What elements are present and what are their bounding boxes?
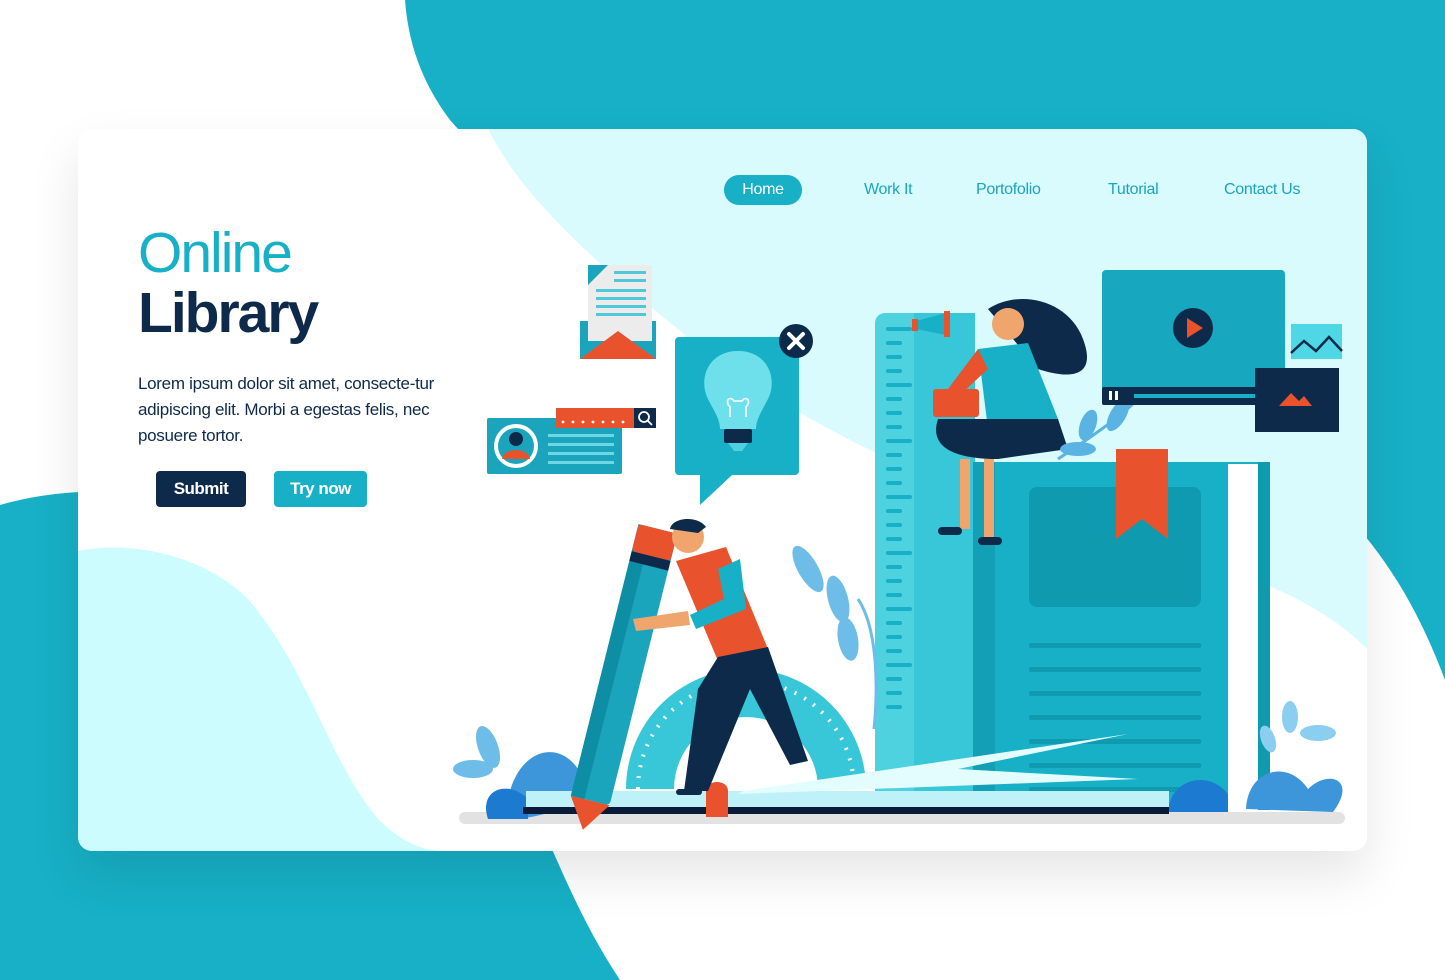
search-icon [634, 408, 656, 428]
profile-card-icon [487, 408, 656, 474]
chart-line-icon [1290, 324, 1343, 359]
close-icon[interactable] [779, 324, 813, 358]
envelope-icon [580, 265, 656, 359]
lightbulb-bubble [675, 324, 813, 505]
video-player-icon [1102, 270, 1343, 432]
hero-illustration [453, 265, 1345, 830]
landing-card: Home Work It Portofolio Tutorial Contact… [78, 129, 1367, 851]
image-icon [1255, 368, 1339, 432]
play-icon[interactable] [1173, 308, 1213, 348]
